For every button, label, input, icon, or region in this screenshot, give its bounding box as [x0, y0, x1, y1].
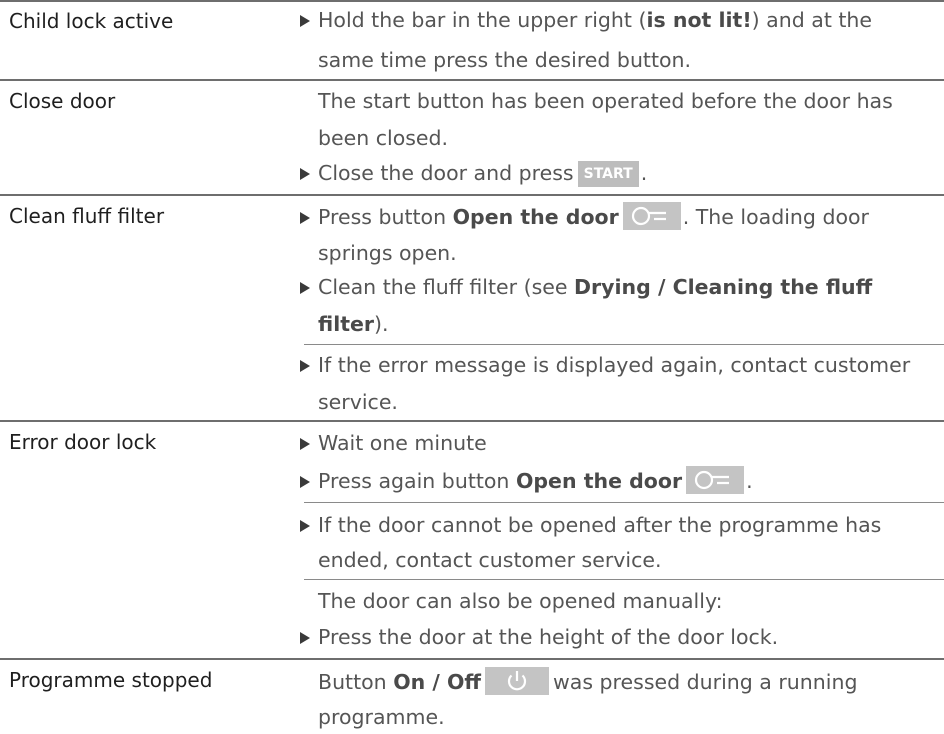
instruction-line: Close the door and press START. [318, 161, 648, 187]
instruction-line: springs open. [318, 241, 457, 265]
open-door-key-icon [686, 466, 745, 494]
instruction-line: If the door cannot be opened after the p… [318, 513, 882, 537]
row-divider [0, 79, 944, 81]
instruction-line: The door can also be opened manually: [318, 589, 723, 613]
bullet-icon [300, 520, 310, 532]
sub-divider [304, 344, 944, 345]
instruction-line: Wait one minute [318, 431, 487, 455]
instruction-line: Press button Open the door. The loading … [318, 200, 869, 234]
instruction-line: Clean the fluff filter (see Drying / Cle… [318, 275, 873, 299]
instruction-line: programme. [318, 705, 445, 729]
instruction-line: been closed. [318, 126, 449, 150]
sub-divider [304, 579, 944, 580]
power-key-icon [485, 667, 550, 695]
row-divider [0, 194, 944, 196]
instruction-line: Press again button Open the door. [318, 464, 753, 498]
bullet-icon [300, 212, 310, 224]
sub-divider [304, 502, 944, 503]
open-door-key-icon [622, 202, 681, 230]
row-label-error-door-lock: Error door lock [9, 430, 157, 454]
start-key-icon: START [577, 161, 639, 187]
row-label-programme-stopped: Programme stopped [9, 668, 213, 692]
row-label-close-door: Close door [9, 89, 116, 113]
instruction-line: service. [318, 390, 398, 414]
instruction-line: Press the door at the height of the door… [318, 625, 779, 649]
instruction-line: filter). [318, 312, 389, 336]
instruction-line: Hold the bar in the upper right (is not … [318, 8, 873, 32]
instruction-line: same time press the desired button. [318, 48, 692, 72]
bullet-icon [300, 168, 310, 180]
instruction-line: If the error message is displayed again,… [318, 353, 911, 377]
bullet-icon [300, 632, 310, 644]
bullet-icon [300, 282, 310, 294]
bullet-icon [300, 15, 310, 27]
row-label-clean-fluff-filter: Clean fluff filter [9, 204, 165, 228]
row-divider [0, 0, 944, 2]
row-divider [0, 658, 944, 660]
instruction-line: ended, contact customer service. [318, 548, 662, 572]
instruction-line: The start button has been operated befor… [318, 89, 893, 113]
row-divider [0, 420, 944, 422]
bullet-icon [300, 360, 310, 372]
instruction-line: Button On / Off was pressed during a runn… [318, 665, 857, 699]
row-label-child-lock: Child lock active [9, 9, 174, 33]
bullet-icon [300, 476, 310, 488]
bullet-icon [300, 438, 310, 450]
